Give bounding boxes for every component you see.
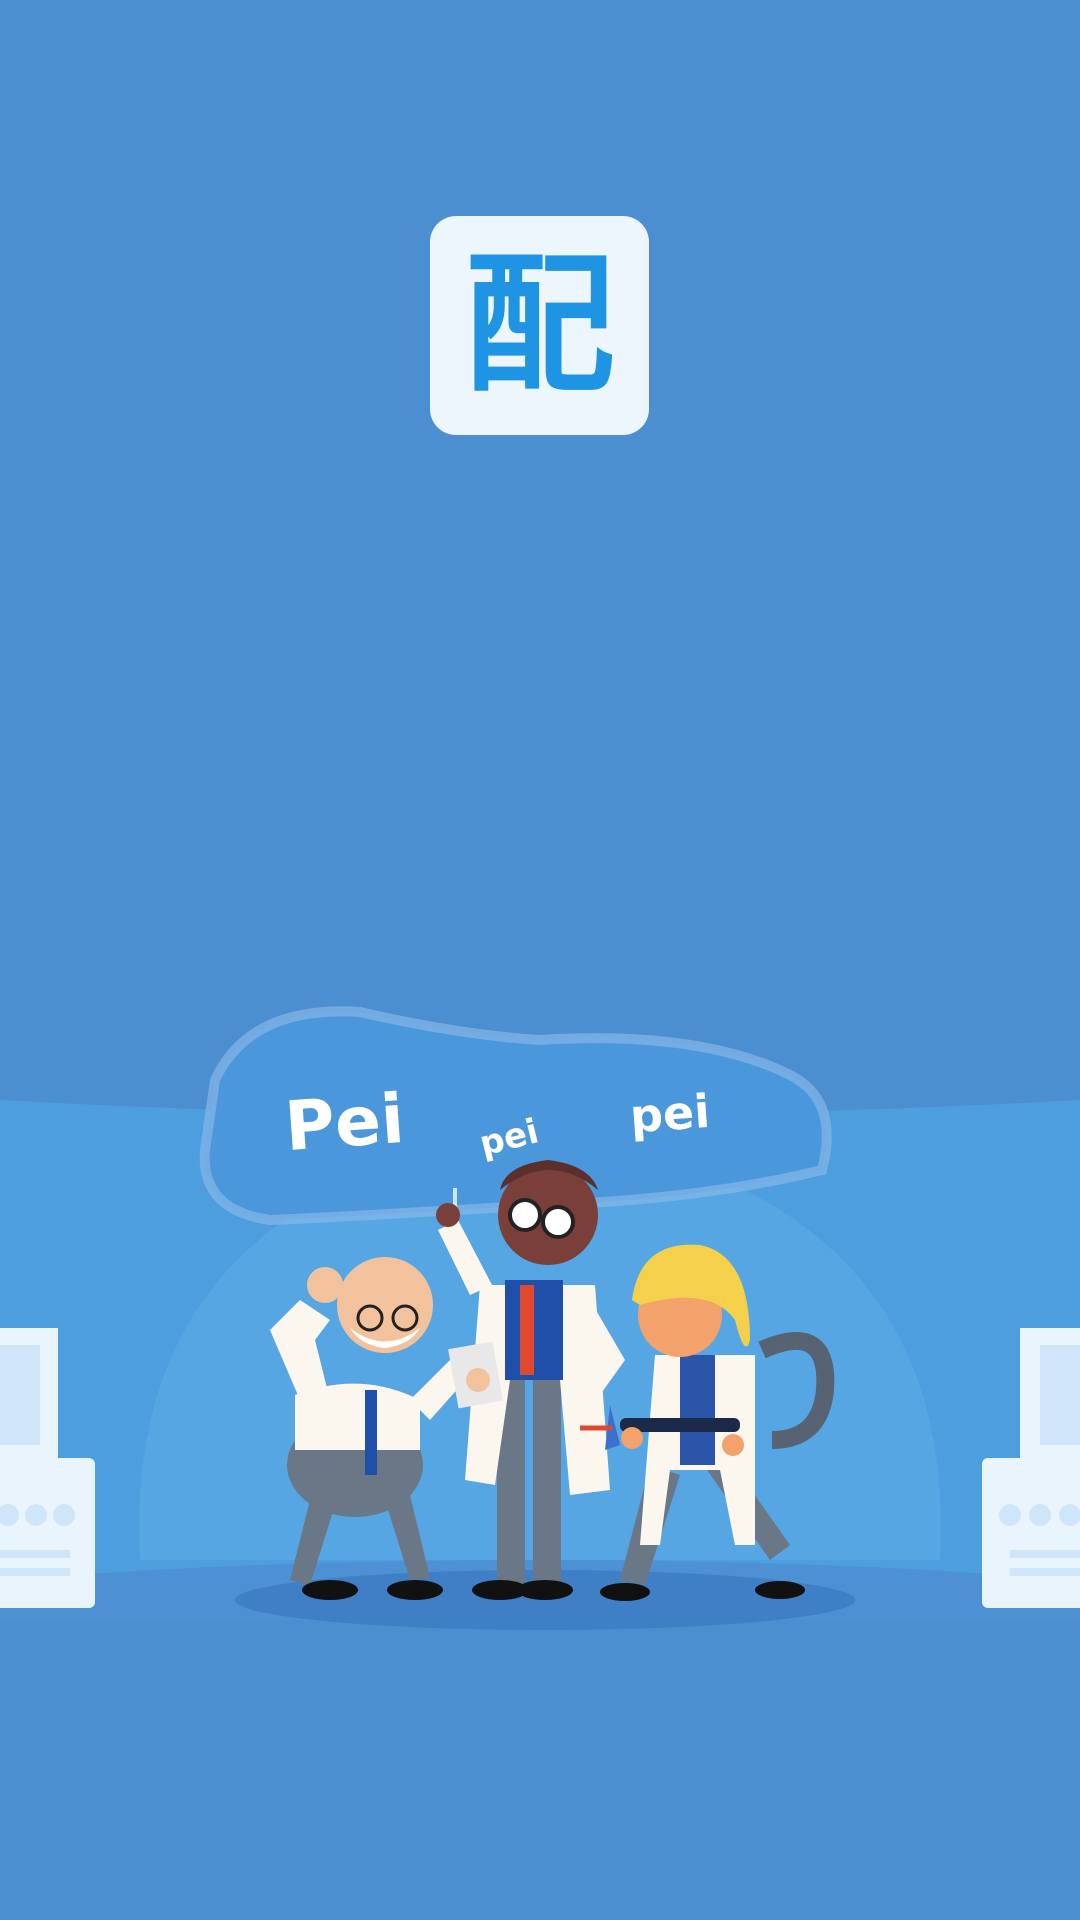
bubble-word-3: pei [628, 1084, 711, 1143]
bubble-word-1: Pei [282, 1080, 406, 1167]
scientists-illustration: Pei pei pei [0, 1006, 1080, 1920]
